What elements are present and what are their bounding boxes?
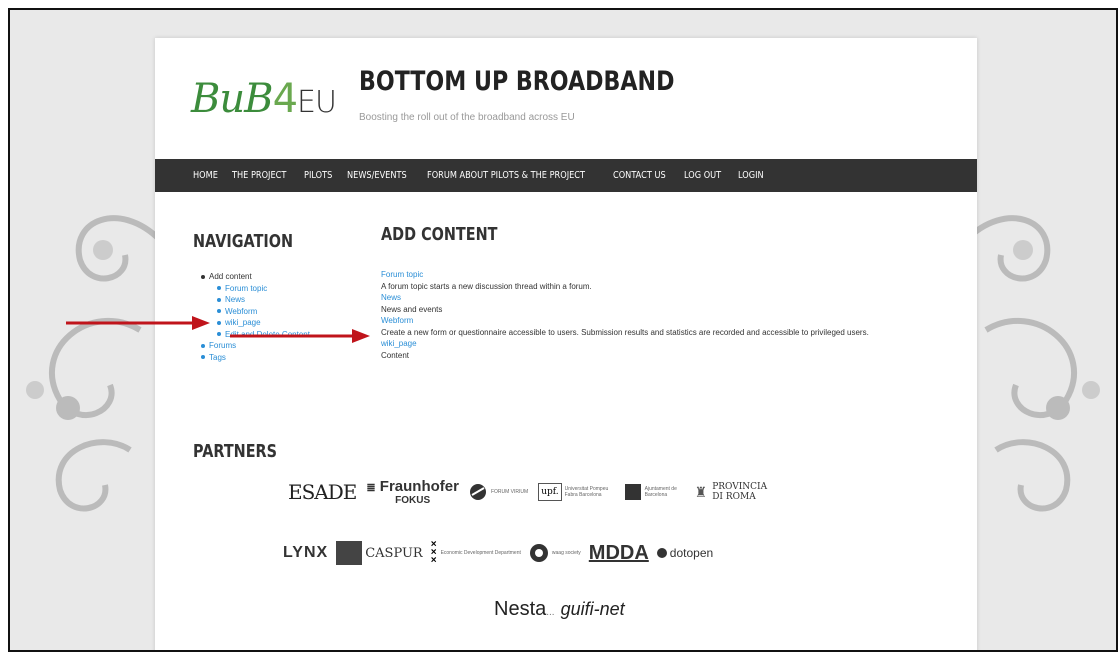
- partner-forum-virium[interactable]: FORUM VIRIUM: [469, 483, 528, 501]
- site-title[interactable]: BOTTOM UP BROADBAND: [359, 66, 674, 97]
- fraunhofer-text: Fraunhofer: [379, 478, 459, 495]
- fokus-text: FOKUS: [395, 495, 431, 506]
- content-type-list: Forum topic A forum topic starts a new d…: [381, 269, 951, 361]
- nav-subitem-forum-topic-link[interactable]: Forum topic: [225, 284, 267, 293]
- dotopen-dot-icon: [656, 548, 667, 558]
- partner-lynx[interactable]: LYNX: [283, 544, 328, 562]
- nav-item-tags-link[interactable]: Tags: [209, 353, 226, 362]
- partner-row-1: ESADE ≣ Fraunhofer FOKUS FORUM VIRIUM up…: [288, 478, 767, 506]
- nav-subitem-wiki-page-link[interactable]: wiki_page: [225, 318, 261, 327]
- nav-forum[interactable]: FORUM ABOUT PILOTS & THE PROJECT: [427, 170, 585, 181]
- nav-login[interactable]: LOGIN: [738, 170, 764, 181]
- content-type-webform-link[interactable]: Webform: [381, 315, 951, 327]
- navigation-menu: Add content Forum topic News Webform wik…: [201, 271, 310, 363]
- nav-item-add-content-label: Add content: [209, 272, 252, 281]
- bullet-icon: [217, 297, 221, 302]
- amsterdam-text: Economic Development Department: [440, 550, 521, 556]
- partner-ajuntament[interactable]: Ajuntament de Barcelona: [624, 484, 685, 500]
- content-type-description: News and events: [381, 304, 443, 314]
- content-type-wiki-page-link[interactable]: wiki_page: [381, 338, 951, 350]
- partner-esade[interactable]: ESADE: [288, 480, 357, 504]
- forum-virium-text: FORUM VIRIUM: [490, 489, 529, 495]
- bullet-icon: [217, 332, 221, 337]
- nav-contact-us[interactable]: CONTACT US: [613, 170, 666, 181]
- partner-amsterdam[interactable]: × × × Economic Development Department: [430, 539, 521, 566]
- bullet-icon: [217, 309, 221, 314]
- partner-caspur[interactable]: CASPUR: [336, 541, 423, 565]
- bullet-icon: [217, 286, 221, 291]
- waag-text: waag society: [551, 550, 581, 556]
- ajuntament-text: Ajuntament de Barcelona: [644, 486, 677, 498]
- content-type-forum-topic-link[interactable]: Forum topic: [381, 269, 951, 281]
- nav-the-project[interactable]: THE PROJECT: [232, 170, 286, 181]
- partner-row-3: Nesta... guifi-net: [494, 598, 625, 621]
- nesta-text: Nesta: [494, 598, 547, 620]
- logo-eu: EU: [297, 85, 337, 120]
- partner-provincia-roma[interactable]: ♜ PROVINCIA DI ROMA: [695, 482, 768, 502]
- site-logo[interactable]: BuB4EU: [191, 76, 337, 122]
- partners-heading: PARTNERS: [193, 441, 277, 462]
- main-navbar: HOME THE PROJECT PILOTS NEWS/EVENTS FORU…: [155, 159, 977, 192]
- nav-subitem-news-link[interactable]: News: [225, 295, 245, 304]
- partner-upf[interactable]: upf. Universitat Pompeu Fabra Barcelona: [538, 483, 614, 501]
- annotation-arrow-content-webform: [230, 329, 370, 343]
- site-slogan: Boosting the roll out of the broadband a…: [359, 112, 575, 123]
- logo-bub: BuB: [191, 76, 274, 122]
- provincia-text: PROVINCIA: [712, 482, 768, 492]
- caspur-square-icon: [336, 541, 363, 565]
- partner-dotopen[interactable]: dotopen: [656, 546, 714, 560]
- partner-waag[interactable]: waag society: [529, 543, 581, 563]
- ajuntament-shield-icon: [624, 484, 641, 500]
- partner-row-2: LYNX CASPUR × × × Economic Development Dep…: [283, 539, 714, 566]
- partner-fraunhofer[interactable]: ≣ Fraunhofer FOKUS: [366, 478, 459, 506]
- partner-nesta[interactable]: Nesta...: [494, 598, 555, 621]
- content-type-news-link[interactable]: News: [381, 292, 951, 304]
- upf-text: Universitat Pompeu Fabra Barcelona: [564, 486, 609, 498]
- bullet-icon: [201, 343, 205, 348]
- nav-item-add-content[interactable]: Add content: [201, 271, 310, 283]
- nav-subitem-webform-link[interactable]: Webform: [225, 307, 257, 316]
- forum-virium-icon: [469, 484, 486, 500]
- bullet-icon: [217, 320, 221, 325]
- annotation-arrow-webform: [66, 316, 210, 330]
- upf-box: upf.: [538, 483, 562, 501]
- nav-log-out[interactable]: LOG OUT: [684, 170, 721, 181]
- bullet-icon: [201, 355, 205, 360]
- nav-subitem-forum-topic[interactable]: Forum topic: [201, 283, 310, 295]
- partner-mdda[interactable]: MDDA: [589, 542, 649, 565]
- navigation-heading: NAVIGATION: [193, 231, 294, 252]
- content-type-description: Create a new form or questionnaire acces…: [381, 327, 869, 337]
- nav-subitem-webform[interactable]: Webform: [201, 306, 310, 318]
- nav-home[interactable]: HOME: [193, 170, 218, 181]
- bullet-icon: [201, 274, 205, 279]
- nav-pilots[interactable]: PILOTS: [304, 170, 332, 181]
- provincia-crest-icon: ♜: [694, 483, 708, 500]
- waag-icon: [529, 544, 548, 562]
- content-type-description: Content: [381, 350, 410, 360]
- content-type-description: A forum topic starts a new discussion th…: [381, 281, 592, 291]
- nav-news-events[interactable]: NEWS/EVENTS: [347, 170, 407, 181]
- amsterdam-xxx-icon: × × ×: [430, 539, 437, 566]
- content-heading: ADD CONTENT: [381, 224, 498, 245]
- dotopen-text: dotopen: [669, 546, 714, 560]
- screenshot-frame: BuB4EU BOTTOM UP BROADBAND Boosting the …: [8, 8, 1118, 652]
- partner-guifi[interactable]: guifi-net: [561, 599, 625, 620]
- nav-item-tags[interactable]: Tags: [201, 352, 310, 364]
- logo-number: 4: [272, 76, 298, 122]
- nav-subitem-news[interactable]: News: [201, 294, 310, 306]
- di-roma-text: DI ROMA: [712, 492, 756, 502]
- caspur-text: CASPUR: [365, 545, 423, 561]
